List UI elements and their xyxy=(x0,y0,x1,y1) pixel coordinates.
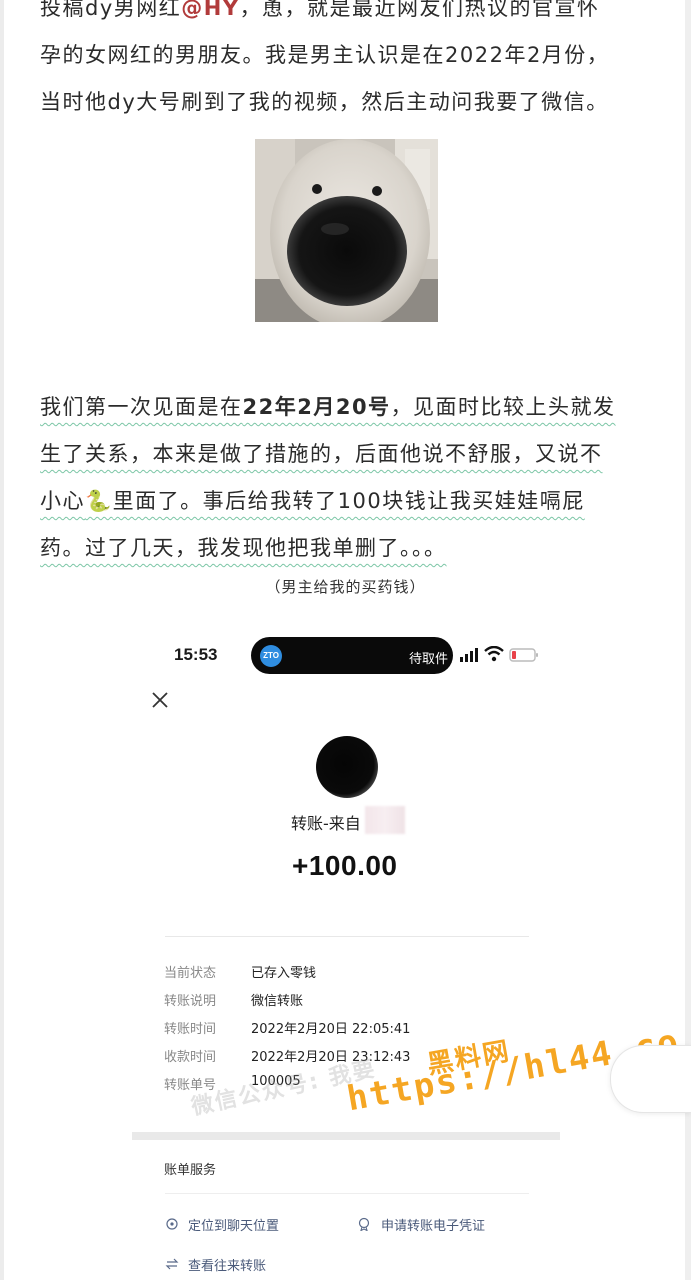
text-span: 生了关系，本来是做了措施的，后面他说不舒服，又说不 xyxy=(40,442,603,466)
article-line: 我们第一次见面是在22年2月20号，见面时比较上头就发 xyxy=(40,385,660,432)
locate-chat-link[interactable]: 定位到聊天位置 xyxy=(188,1215,279,1234)
bill-service-heading: 账单服务 xyxy=(164,1163,217,1178)
article-line: 小心🐍里面了。事后给我转了100块钱让我买娃娃嗝屁 xyxy=(40,479,660,526)
location-pin-icon xyxy=(166,1218,178,1230)
apply-voucher-link[interactable]: 申请转账电子凭证 xyxy=(381,1215,485,1234)
wechat-transfer-screenshot xyxy=(130,625,560,1280)
article-paragraph-story: 我们第一次见面是在22年2月20号，见面时比较上头就发 生了关系，本来是做了措施… xyxy=(40,385,660,573)
article-line: 药。过了几天，我发现他把我单删了。。。 xyxy=(40,526,660,573)
sender-name-redacted xyxy=(365,806,405,834)
mention-link[interactable]: @HY xyxy=(181,0,239,20)
floating-side-button[interactable] xyxy=(610,1045,691,1113)
text-span: 药。过了几天，我发现他把我单删了。。。 xyxy=(40,536,447,560)
divider xyxy=(165,1193,529,1194)
detail-label: 转账时间 xyxy=(164,1022,217,1037)
sender-avatar xyxy=(316,736,378,798)
image-caption: （男主给我的买药钱） xyxy=(265,578,426,596)
transfer-arrows-icon xyxy=(165,1258,179,1270)
view-transfer-history-link[interactable]: 查看往来转账 xyxy=(188,1255,266,1274)
status-time: 15:53 xyxy=(174,645,218,664)
text-span: 里面了。事后给我转了100块钱让我买娃娃嗝屁 xyxy=(112,489,585,513)
article-line: 生了关系，本来是做了措施的，后面他说不舒服，又说不 xyxy=(40,432,660,479)
snake-emoji-icon: 🐍 xyxy=(85,489,113,513)
text-span: ，恿，就是最近网友们热议的官宣怀 xyxy=(239,0,600,20)
transfer-from-label: 转账-来自 xyxy=(291,814,361,833)
wifi-icon xyxy=(484,646,504,662)
detail-value: 2022年2月20日 22:05:41 xyxy=(251,1022,411,1037)
detail-label: 收款时间 xyxy=(164,1050,217,1065)
text-span: ，见面时比较上头就发 xyxy=(390,395,616,419)
island-status-text: 待取件 xyxy=(409,652,449,667)
close-icon[interactable] xyxy=(150,690,170,710)
divider xyxy=(165,936,529,937)
article-line: 当时他dy大号刷到了我的视频，然后主动问我要了微信。 xyxy=(40,90,609,114)
section-separator xyxy=(132,1132,560,1140)
battery-low-icon xyxy=(509,648,538,662)
detail-label: 转账说明 xyxy=(164,994,217,1009)
voucher-badge-icon xyxy=(358,1217,370,1231)
article-paragraph-intro: 投稿dy男网红@HY，恿，就是最近网友们热议的官宣怀 孕的女网红的男朋友。我是男… xyxy=(40,0,660,127)
text-span: 小心 xyxy=(40,489,85,513)
article-line: 投稿dy男网红@HY，恿，就是最近网友们热议的官宣怀 xyxy=(40,0,660,33)
detail-value: 已存入零钱 xyxy=(251,966,317,981)
detail-value: 微信转账 xyxy=(251,994,304,1009)
delivery-logo-icon: ZTO xyxy=(260,645,282,667)
dog-nose-closeup-image xyxy=(255,139,438,322)
transfer-amount: +100.00 xyxy=(292,850,398,881)
page-edge-left xyxy=(0,0,4,1280)
text-span: 投稿dy男网红 xyxy=(40,0,182,20)
date-highlight: 22年2月20号 xyxy=(242,395,391,419)
text-span: 我们第一次见面是在 xyxy=(40,395,243,419)
cellular-signal-icon xyxy=(460,648,478,662)
article-line: 孕的女网红的男朋友。我是男主认识是在2022年2月份， xyxy=(40,43,610,67)
detail-label: 当前状态 xyxy=(164,966,217,981)
